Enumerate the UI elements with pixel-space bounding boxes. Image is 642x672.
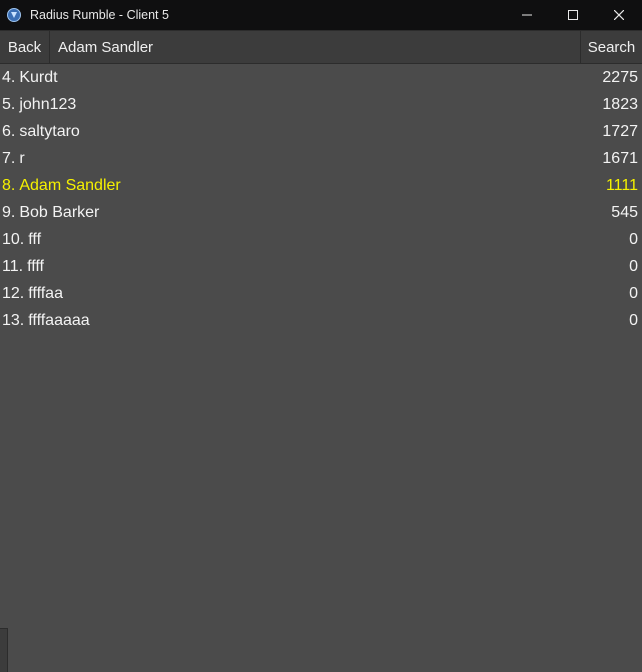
player-name: Adam Sandler: [19, 176, 120, 195]
leaderboard-row[interactable]: 12.ffffaa 0: [0, 280, 642, 307]
search-button[interactable]: Search: [580, 30, 642, 64]
client-area: Back Search 4.Kurdt 2275 5.john123 1823 6.sa…: [0, 30, 642, 672]
player-name: Bob Barker: [19, 203, 99, 222]
maximize-button[interactable]: [550, 0, 596, 30]
rank-label: 9.: [2, 203, 15, 222]
player-name: r: [19, 149, 24, 168]
window-title: Radius Rumble - Client 5: [30, 8, 169, 22]
leaderboard-row[interactable]: 9.Bob Barker 545: [0, 199, 642, 226]
player-name: saltytaro: [19, 122, 79, 141]
app-icon: [6, 7, 22, 23]
leaderboard-row[interactable]: 7.r 1671: [0, 145, 642, 172]
player-score: 1111: [606, 176, 640, 195]
rank-label: 12.: [2, 284, 24, 303]
player-score: 2275: [602, 68, 640, 87]
panel-tab[interactable]: [0, 628, 8, 672]
close-button[interactable]: [596, 0, 642, 30]
player-name: ffff: [27, 257, 44, 276]
back-button[interactable]: Back: [0, 30, 50, 64]
leaderboard-row[interactable]: 6.saltytaro 1727: [0, 118, 642, 145]
player-score: 1823: [602, 95, 640, 114]
minimize-button[interactable]: [504, 0, 550, 30]
leaderboard-row[interactable]: 5.john123 1823: [0, 91, 642, 118]
rank-label: 5.: [2, 95, 15, 114]
player-score: 0: [629, 311, 640, 330]
rank-label: 11.: [2, 257, 23, 276]
player-name: ffffaa: [28, 284, 63, 303]
player-score: 0: [629, 284, 640, 303]
titlebar[interactable]: Radius Rumble - Client 5: [0, 0, 642, 30]
rank-label: 6.: [2, 122, 15, 141]
rank-label: 8.: [2, 176, 15, 195]
player-name: ffffaaaaa: [28, 311, 89, 330]
player-name: john123: [19, 95, 76, 114]
player-name: Kurdt: [19, 68, 57, 87]
app-window: Radius Rumble - Client 5 Back Search 4.K…: [0, 0, 642, 672]
rank-label: 13.: [2, 311, 24, 330]
player-score: 545: [611, 203, 640, 222]
toolbar: Back Search: [0, 30, 642, 64]
player-score: 0: [629, 257, 640, 276]
player-name: fff: [28, 230, 41, 249]
leaderboard-row[interactable]: 4.Kurdt 2275: [0, 64, 642, 91]
rank-label: 4.: [2, 68, 15, 87]
leaderboard-row[interactable]: 13.ffffaaaaa 0: [0, 307, 642, 334]
player-score: 0: [629, 230, 640, 249]
leaderboard-row[interactable]: 8.Adam Sandler 1111: [0, 172, 642, 199]
footer: [0, 620, 642, 672]
player-score: 1671: [602, 149, 640, 168]
leaderboard-row[interactable]: 11.ffff 0: [0, 253, 642, 280]
rank-label: 7.: [2, 149, 15, 168]
rank-label: 10.: [2, 230, 24, 249]
leaderboard-row[interactable]: 10. fff 0: [0, 226, 642, 253]
player-score: 1727: [602, 122, 640, 141]
leaderboard-list[interactable]: 4.Kurdt 2275 5.john123 1823 6.saltytaro 1727 7…: [0, 64, 642, 620]
search-input[interactable]: [50, 30, 580, 64]
